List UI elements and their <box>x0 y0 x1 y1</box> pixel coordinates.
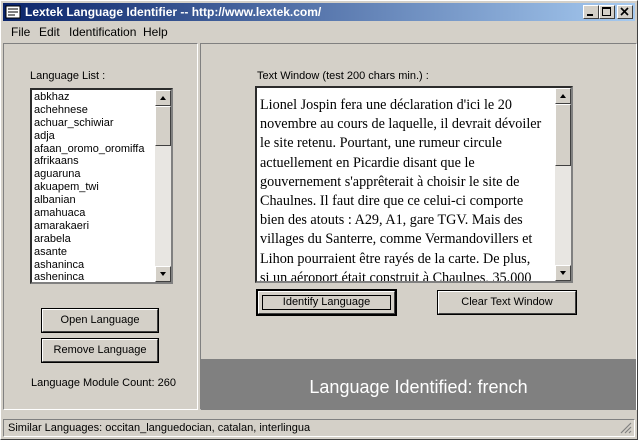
resize-grip-icon[interactable] <box>620 422 632 434</box>
list-item[interactable]: achehnese <box>34 104 154 117</box>
text-line: Lionel Jospin fera une déclaration d'ici… <box>260 97 512 113</box>
text-line: actuellement en Picardie disant que le <box>260 154 475 171</box>
language-list[interactable]: abkhaz achehnese achuar_schiwiar adja af… <box>30 88 173 284</box>
menu-identification[interactable]: Identification <box>69 25 136 39</box>
text-line: villages du Santerre, comme Vermandovill… <box>260 231 533 248</box>
list-item[interactable]: achuar_schiwiar <box>34 117 154 130</box>
close-icon <box>620 7 629 16</box>
arrow-down-icon <box>160 272 166 276</box>
open-language-button[interactable]: Open Language <box>41 308 159 333</box>
list-item[interactable]: arabela <box>34 233 154 246</box>
text-line: Chaulnes. Il faut dire que ce celui-ci c… <box>260 193 524 210</box>
list-item[interactable]: abkhaz <box>34 91 154 104</box>
scroll-thumb[interactable] <box>155 106 171 146</box>
language-list-scrollbar[interactable] <box>155 90 171 282</box>
menu-help[interactable]: Help <box>143 25 168 39</box>
scroll-up-button[interactable] <box>555 88 571 104</box>
list-item[interactable]: albanian <box>34 194 154 207</box>
maximize-icon <box>602 7 611 16</box>
module-count: Language Module Count: 260 <box>31 377 176 389</box>
text-line: Lihon pourraient être rayés de la carte.… <box>260 250 531 267</box>
list-item[interactable]: ashaninca <box>34 259 154 272</box>
menu-file[interactable]: File <box>11 25 30 39</box>
scroll-down-button[interactable] <box>555 265 571 281</box>
title-bar[interactable]: Lextek Language Identifier -- http://www… <box>3 3 635 21</box>
scroll-up-button[interactable] <box>155 90 171 106</box>
arrow-up-icon <box>560 94 566 98</box>
identified-language: Language Identified: french <box>309 377 528 397</box>
list-item[interactable]: aguaruna <box>34 168 154 181</box>
app-icon <box>5 5 21 19</box>
maximize-button[interactable] <box>599 5 615 19</box>
menu-bar: File Edit Identification Help <box>3 22 635 41</box>
close-button[interactable] <box>617 5 633 19</box>
list-item[interactable]: afaan_oromo_oromiffa <box>34 143 154 156</box>
arrow-down-icon <box>560 271 566 275</box>
status-bar: Similar Languages: occitan_languedocian,… <box>3 419 635 437</box>
menu-edit[interactable]: Edit <box>39 25 60 39</box>
text-line: gouvernement s'apprêterait à choisir le … <box>260 173 520 190</box>
remove-language-button[interactable]: Remove Language <box>41 338 159 363</box>
list-item[interactable]: amarakaeri <box>34 220 154 233</box>
minimize-button[interactable] <box>583 5 599 19</box>
list-item[interactable]: asante <box>34 246 154 259</box>
text-window-scrollbar[interactable] <box>555 88 571 281</box>
arrow-up-icon <box>160 96 166 100</box>
app-window: Lextek Language Identifier -- http://www… <box>0 0 638 440</box>
scroll-down-button[interactable] <box>155 266 171 282</box>
list-item[interactable]: afrikaans <box>34 155 154 168</box>
text-line: novembre au cours de laquelle, il devrai… <box>260 116 542 133</box>
text-window[interactable]: Lionel Jospin fera une déclaration d'ici… <box>255 86 573 283</box>
scroll-thumb[interactable] <box>555 104 571 166</box>
window-title: Lextek Language Identifier -- http://www… <box>25 5 322 19</box>
identify-language-button[interactable]: Identify Language <box>256 289 397 316</box>
text-window-label: Text Window (test 200 chars min.) : <box>257 70 429 82</box>
similar-languages: Similar Languages: occitan_languedocian,… <box>8 422 311 434</box>
result-panel: Language Identified: french <box>201 359 636 410</box>
text-line: bien des atouts : A29, A1, gare TGV. Mai… <box>260 212 523 229</box>
text-line: le site retenu. Pourtant, une rumeur cir… <box>260 135 502 152</box>
clear-text-window-button[interactable]: Clear Text Window <box>437 290 577 315</box>
text-line: si un aéroport était construit à Chaulne… <box>260 269 532 283</box>
list-item[interactable]: amahuaca <box>34 207 154 220</box>
minimize-icon <box>587 14 593 16</box>
language-list-label: Language List : <box>30 70 106 82</box>
list-item[interactable]: adja <box>34 130 154 143</box>
list-item[interactable]: asheninca <box>34 271 154 282</box>
list-item[interactable]: akuapem_twi <box>34 181 154 194</box>
